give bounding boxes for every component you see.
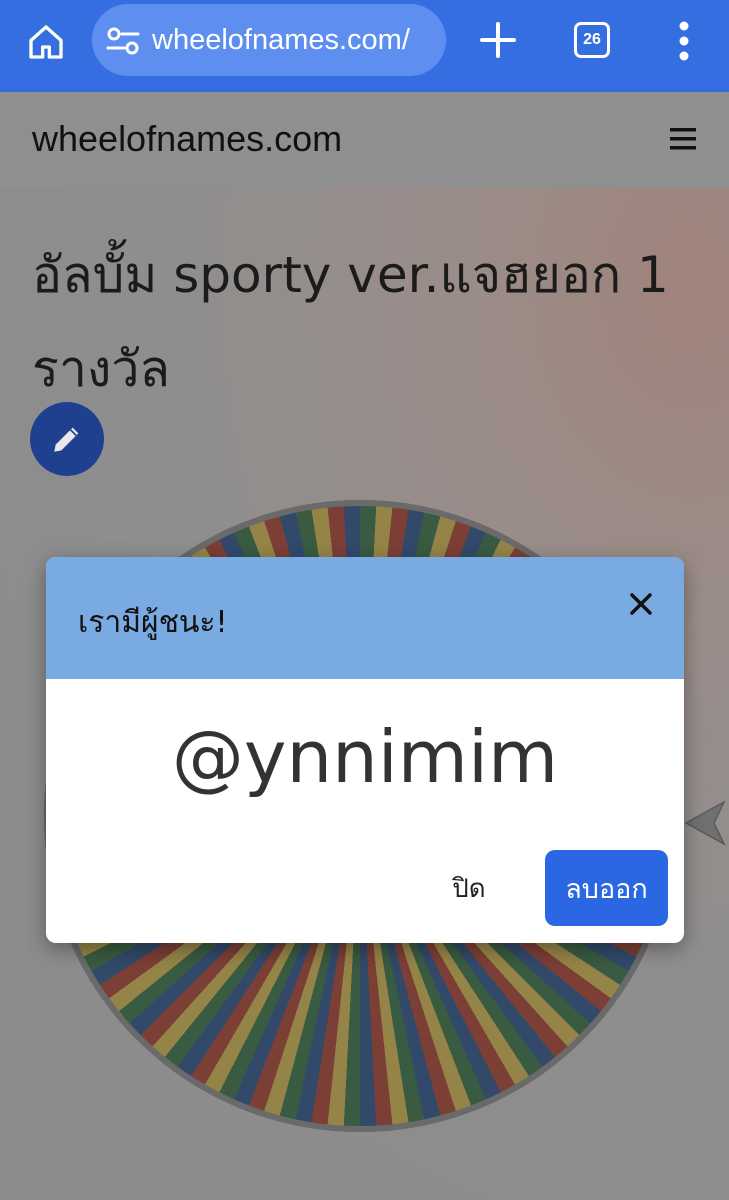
more-vert-icon[interactable] <box>664 18 704 64</box>
dialog-header: เรามีผู้ชนะ! <box>46 557 684 679</box>
tab-count: 26 <box>583 31 601 48</box>
winner-dialog: เรามีผู้ชนะ! @ynnimim ปิด ลบออก <box>46 557 684 943</box>
plus-icon[interactable] <box>474 16 522 64</box>
close-icon[interactable] <box>624 587 658 621</box>
site-header: wheelofnames.com <box>0 92 729 188</box>
site-title[interactable]: wheelofnames.com <box>32 118 342 160</box>
browser-toolbar: wheelofnames.com/ 26 <box>0 0 729 92</box>
tabs-icon[interactable]: 26 <box>574 22 610 58</box>
address-bar[interactable]: wheelofnames.com/ <box>92 4 446 76</box>
wheel-title: อัลบั้ม sporty ver.แจฮยอก 1 รางวัล <box>32 246 669 398</box>
pointer-icon <box>684 800 726 846</box>
winner-name: @ynnimim <box>171 715 559 799</box>
tune-icon[interactable] <box>106 26 140 56</box>
close-button[interactable]: ปิด <box>442 857 496 919</box>
url-text: wheelofnames.com/ <box>152 24 410 56</box>
home-button[interactable] <box>22 18 70 66</box>
menu-icon[interactable] <box>668 124 698 154</box>
pencil-icon <box>54 427 79 452</box>
dialog-title: เรามีผู้ชนะ! <box>78 605 228 640</box>
remove-button[interactable]: ลบออก <box>545 850 668 926</box>
edit-title-button[interactable] <box>30 402 104 476</box>
home-icon <box>29 25 63 59</box>
